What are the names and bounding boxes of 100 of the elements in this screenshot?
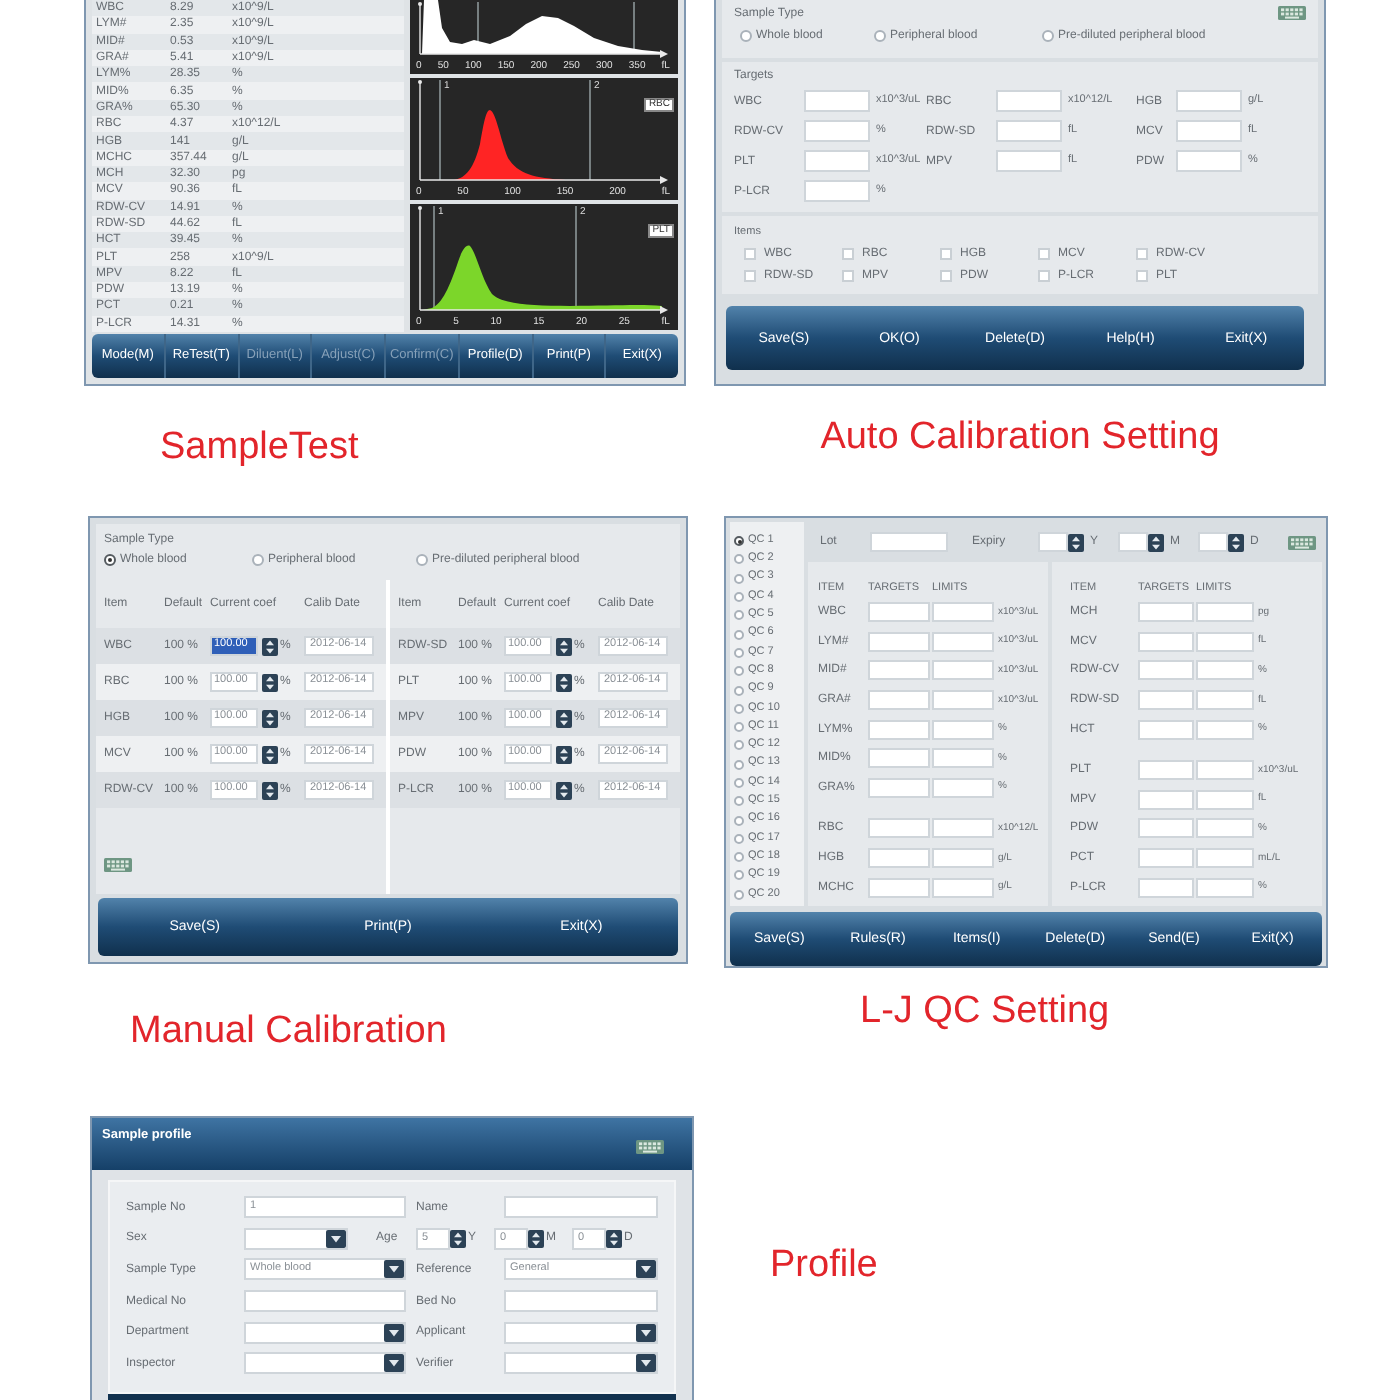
input-field[interactable]: [932, 777, 994, 798]
radio-button[interactable]: [734, 666, 744, 677]
input-field[interactable]: [868, 719, 930, 740]
input-field[interactable]: [1138, 789, 1194, 810]
radio-button[interactable]: [734, 796, 744, 807]
spinner-icon[interactable]: [556, 745, 572, 763]
input-field[interactable]: [932, 660, 994, 681]
radio-button[interactable]: [416, 554, 428, 566]
spinner-icon[interactable]: [262, 709, 278, 727]
spinner-icon[interactable]: [606, 1229, 622, 1248]
radio-button[interactable]: [252, 554, 264, 566]
input-field[interactable]: [868, 748, 930, 769]
dropdown-arrow-icon[interactable]: [384, 1323, 404, 1342]
input-field[interactable]: [504, 1290, 658, 1313]
checkbox[interactable]: [940, 247, 952, 259]
input-field[interactable]: [932, 690, 994, 711]
input-field[interactable]: [1138, 690, 1194, 711]
checkbox[interactable]: [744, 247, 756, 259]
dropdown-arrow-icon[interactable]: [384, 1354, 404, 1373]
radio-button[interactable]: [734, 536, 744, 547]
checkbox[interactable]: [842, 269, 854, 281]
input-field[interactable]: [932, 631, 994, 652]
input-field[interactable]: [804, 180, 870, 202]
radio-button[interactable]: [1042, 30, 1054, 42]
spinner-icon[interactable]: [262, 637, 278, 655]
keyboard-icon[interactable]: [1288, 535, 1316, 549]
input-field[interactable]: [932, 748, 994, 769]
radio-button[interactable]: [734, 685, 744, 696]
dropdown-arrow-icon[interactable]: [636, 1323, 656, 1342]
dropdown-field[interactable]: [244, 1352, 406, 1375]
spinner-icon[interactable]: [1228, 533, 1244, 551]
input-field[interactable]: [1138, 848, 1194, 869]
radio-button[interactable]: [734, 703, 744, 714]
radio-button[interactable]: [734, 554, 744, 565]
radio-button[interactable]: [104, 554, 116, 566]
input-field[interactable]: [996, 120, 1062, 142]
radio-button[interactable]: [740, 30, 752, 42]
checkbox[interactable]: [842, 247, 854, 259]
input-field[interactable]: [1196, 719, 1254, 740]
dropdown-field[interactable]: [504, 1321, 658, 1344]
input-field[interactable]: [1196, 848, 1254, 869]
input-field[interactable]: [868, 690, 930, 711]
spinner-icon[interactable]: [1148, 533, 1164, 551]
radio-button[interactable]: [734, 592, 744, 603]
input-field[interactable]: [868, 848, 930, 869]
keyboard-icon[interactable]: [636, 1140, 664, 1154]
input-field[interactable]: [1138, 631, 1194, 652]
radio-button[interactable]: [734, 870, 744, 881]
checkbox[interactable]: [1038, 269, 1050, 281]
input-field[interactable]: [1176, 150, 1242, 172]
dropdown-field[interactable]: [244, 1227, 348, 1250]
dropdown-arrow-icon[interactable]: [326, 1229, 346, 1248]
radio-button[interactable]: [734, 573, 744, 584]
input-field[interactable]: [1196, 602, 1254, 623]
spinner-icon[interactable]: [556, 709, 572, 727]
radio-button[interactable]: [734, 647, 744, 658]
radio-button[interactable]: [734, 740, 744, 751]
dropdown-arrow-icon[interactable]: [636, 1354, 656, 1373]
spinner-icon[interactable]: [262, 745, 278, 763]
spinner-icon[interactable]: [556, 637, 572, 655]
input-field[interactable]: [996, 150, 1062, 172]
radio-button[interactable]: [734, 852, 744, 863]
input-field[interactable]: [1118, 532, 1148, 552]
input-field[interactable]: [1138, 719, 1194, 740]
radio-button[interactable]: [734, 610, 744, 621]
input-field[interactable]: [1138, 818, 1194, 839]
input-field[interactable]: [932, 602, 994, 623]
input-field[interactable]: [1196, 789, 1254, 810]
input-field[interactable]: [868, 818, 930, 839]
input-field[interactable]: [868, 877, 930, 898]
input-field[interactable]: [1196, 660, 1254, 681]
input-field[interactable]: [1196, 690, 1254, 711]
spinner-icon[interactable]: [262, 781, 278, 799]
input-field[interactable]: [1196, 631, 1254, 652]
checkbox[interactable]: [1136, 247, 1148, 259]
spinner-icon[interactable]: [556, 781, 572, 799]
checkbox[interactable]: [744, 269, 756, 281]
input-field[interactable]: [804, 150, 870, 172]
input-field[interactable]: [1198, 532, 1228, 552]
input-field[interactable]: [504, 1196, 658, 1219]
dropdown-field[interactable]: [504, 1352, 658, 1375]
input-field[interactable]: [868, 660, 930, 681]
input-field[interactable]: [1038, 532, 1068, 552]
radio-button[interactable]: [734, 833, 744, 844]
radio-button[interactable]: [734, 759, 744, 770]
input-field[interactable]: [1138, 760, 1194, 781]
radio-button[interactable]: [734, 889, 744, 900]
keyboard-icon[interactable]: [104, 858, 132, 872]
input-field[interactable]: [868, 631, 930, 652]
input-field[interactable]: [932, 877, 994, 898]
input-field[interactable]: [1196, 818, 1254, 839]
input-field[interactable]: [804, 120, 870, 142]
input-field[interactable]: [932, 848, 994, 869]
input-field[interactable]: [1138, 602, 1194, 623]
radio-button[interactable]: [874, 30, 886, 42]
input-field[interactable]: [244, 1290, 406, 1313]
input-field[interactable]: [870, 532, 948, 552]
keyboard-icon[interactable]: [1278, 6, 1306, 20]
checkbox[interactable]: [1136, 269, 1148, 281]
input-field[interactable]: [868, 602, 930, 623]
